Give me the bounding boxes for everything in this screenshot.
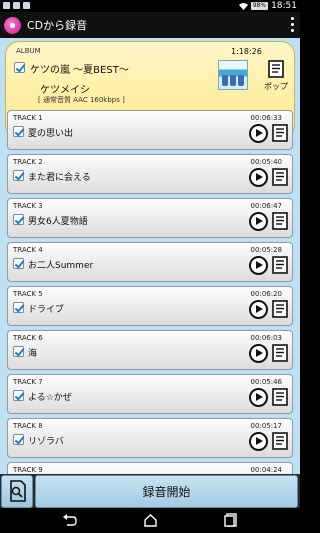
track-item[interactable]: TRACK 5 00:06:20 ドライブ	[7, 286, 293, 326]
memo-icon	[267, 60, 284, 78]
track-duration: 00:05:46	[250, 378, 282, 386]
clock: 18:51	[271, 1, 297, 11]
album-checkbox[interactable]	[14, 62, 25, 73]
notification-icons	[3, 2, 30, 9]
memo-button[interactable]	[272, 388, 289, 410]
album-label: ALBUM	[16, 47, 41, 55]
play-button[interactable]	[249, 256, 268, 275]
memo-button[interactable]	[272, 432, 289, 454]
play-button[interactable]	[249, 124, 268, 143]
track-duration: 00:06:03	[250, 334, 282, 342]
track-item[interactable]: TRACK 3 00:06:47 男女6人夏物語	[7, 198, 293, 238]
memo-button[interactable]	[272, 124, 289, 146]
track-title: 海	[28, 349, 38, 359]
notification-icon	[3, 2, 10, 9]
play-button[interactable]	[249, 432, 268, 451]
overflow-menu-icon[interactable]	[290, 17, 294, 32]
system-navigation-bar	[0, 508, 300, 533]
track-number: TRACK 2	[13, 158, 43, 166]
track-item[interactable]: TRACK 4 00:05:28 お二人Summer	[7, 242, 293, 282]
album-art	[218, 60, 248, 90]
memo-button[interactable]	[272, 256, 289, 278]
track-checkbox[interactable]	[13, 126, 24, 137]
memo-button[interactable]	[272, 300, 289, 322]
track-title: お二人Summer	[28, 261, 94, 271]
track-title: リゾラバ	[28, 437, 64, 447]
track-duration: 00:06:20	[250, 290, 282, 298]
track-item[interactable]: TRACK 8 00:05:17 リゾラバ	[7, 418, 293, 458]
album-title: ケツの嵐 ～夏BEST～	[30, 65, 129, 76]
track-duration: 00:05:40	[250, 158, 282, 166]
track-number: TRACK 5	[13, 290, 43, 298]
track-number: TRACK 9	[13, 466, 43, 474]
track-title: ドライブ	[28, 305, 65, 315]
bottom-action-bar: 録音開始	[0, 474, 300, 508]
play-button[interactable]	[249, 344, 268, 363]
track-checkbox[interactable]	[13, 346, 24, 357]
notification-icon	[23, 2, 30, 9]
track-item[interactable]: TRACK 7 00:05:46 よる☆かぜ	[7, 374, 293, 414]
app-title-bar: CDから録音	[0, 12, 300, 38]
track-duration: 00:04:24	[250, 466, 282, 474]
track-title: よる☆かぜ	[28, 393, 72, 403]
app-title: CDから録音	[27, 19, 88, 32]
track-checkbox[interactable]	[13, 390, 24, 401]
back-icon[interactable]	[62, 513, 78, 527]
recent-apps-icon[interactable]	[224, 513, 238, 527]
track-number: TRACK 3	[13, 202, 43, 210]
track-title: また君に会える	[28, 173, 91, 183]
track-item[interactable]: TRACK 2 00:05:40 また君に会える	[7, 154, 293, 194]
memo-button[interactable]	[272, 168, 289, 190]
memo-button[interactable]	[272, 344, 289, 366]
album-artist: ケツメイシ	[40, 85, 90, 96]
pop-button[interactable]: ポップ	[258, 56, 294, 96]
track-duration: 00:06:33	[250, 114, 282, 122]
track-item[interactable]: TRACK 6 00:06:03 海	[7, 330, 293, 370]
home-icon[interactable]	[143, 513, 158, 527]
search-button[interactable]	[1, 475, 33, 508]
track-checkbox[interactable]	[13, 214, 24, 225]
play-button[interactable]	[249, 212, 268, 231]
search-document-icon	[10, 480, 26, 502]
status-right: 98% 18:51	[238, 1, 297, 11]
track-number: TRACK 4	[13, 246, 43, 254]
battery-indicator: 98%	[250, 2, 269, 10]
status-bar: 98% 18:51	[0, 0, 300, 12]
album-duration: 1:18:26	[231, 47, 262, 56]
notification-icon	[13, 2, 20, 9]
play-button[interactable]	[249, 300, 268, 319]
track-title: 夏の思い出	[28, 129, 74, 139]
track-duration: 00:05:17	[250, 422, 282, 430]
record-start-button[interactable]: 録音開始	[35, 475, 298, 508]
album-format: [ 通常音質 AAC 160kbps ]	[38, 96, 125, 104]
track-checkbox[interactable]	[13, 434, 24, 445]
track-item[interactable]: TRACK 1 00:06:33 夏の思い出	[7, 110, 293, 150]
track-duration: 00:05:28	[250, 246, 282, 254]
track-checkbox[interactable]	[13, 258, 24, 269]
play-button[interactable]	[249, 388, 268, 407]
track-title: 男女6人夏物語	[28, 217, 88, 227]
track-list-view[interactable]: ALBUM 1:18:26 ケツの嵐 ～夏BEST～ ケツメイシ [ 通常音質 …	[0, 38, 300, 513]
track-number: TRACK 1	[13, 114, 43, 122]
play-button[interactable]	[249, 168, 268, 187]
track-number: TRACK 8	[13, 422, 43, 430]
track-checkbox[interactable]	[13, 170, 24, 181]
memo-button[interactable]	[272, 212, 289, 234]
track-number: TRACK 7	[13, 378, 43, 386]
track-number: TRACK 6	[13, 334, 43, 342]
pop-button-label: ポップ	[264, 82, 288, 91]
track-duration: 00:06:47	[250, 202, 282, 210]
app-icon	[4, 16, 21, 34]
track-checkbox[interactable]	[13, 302, 24, 313]
wifi-icon	[238, 3, 248, 10]
